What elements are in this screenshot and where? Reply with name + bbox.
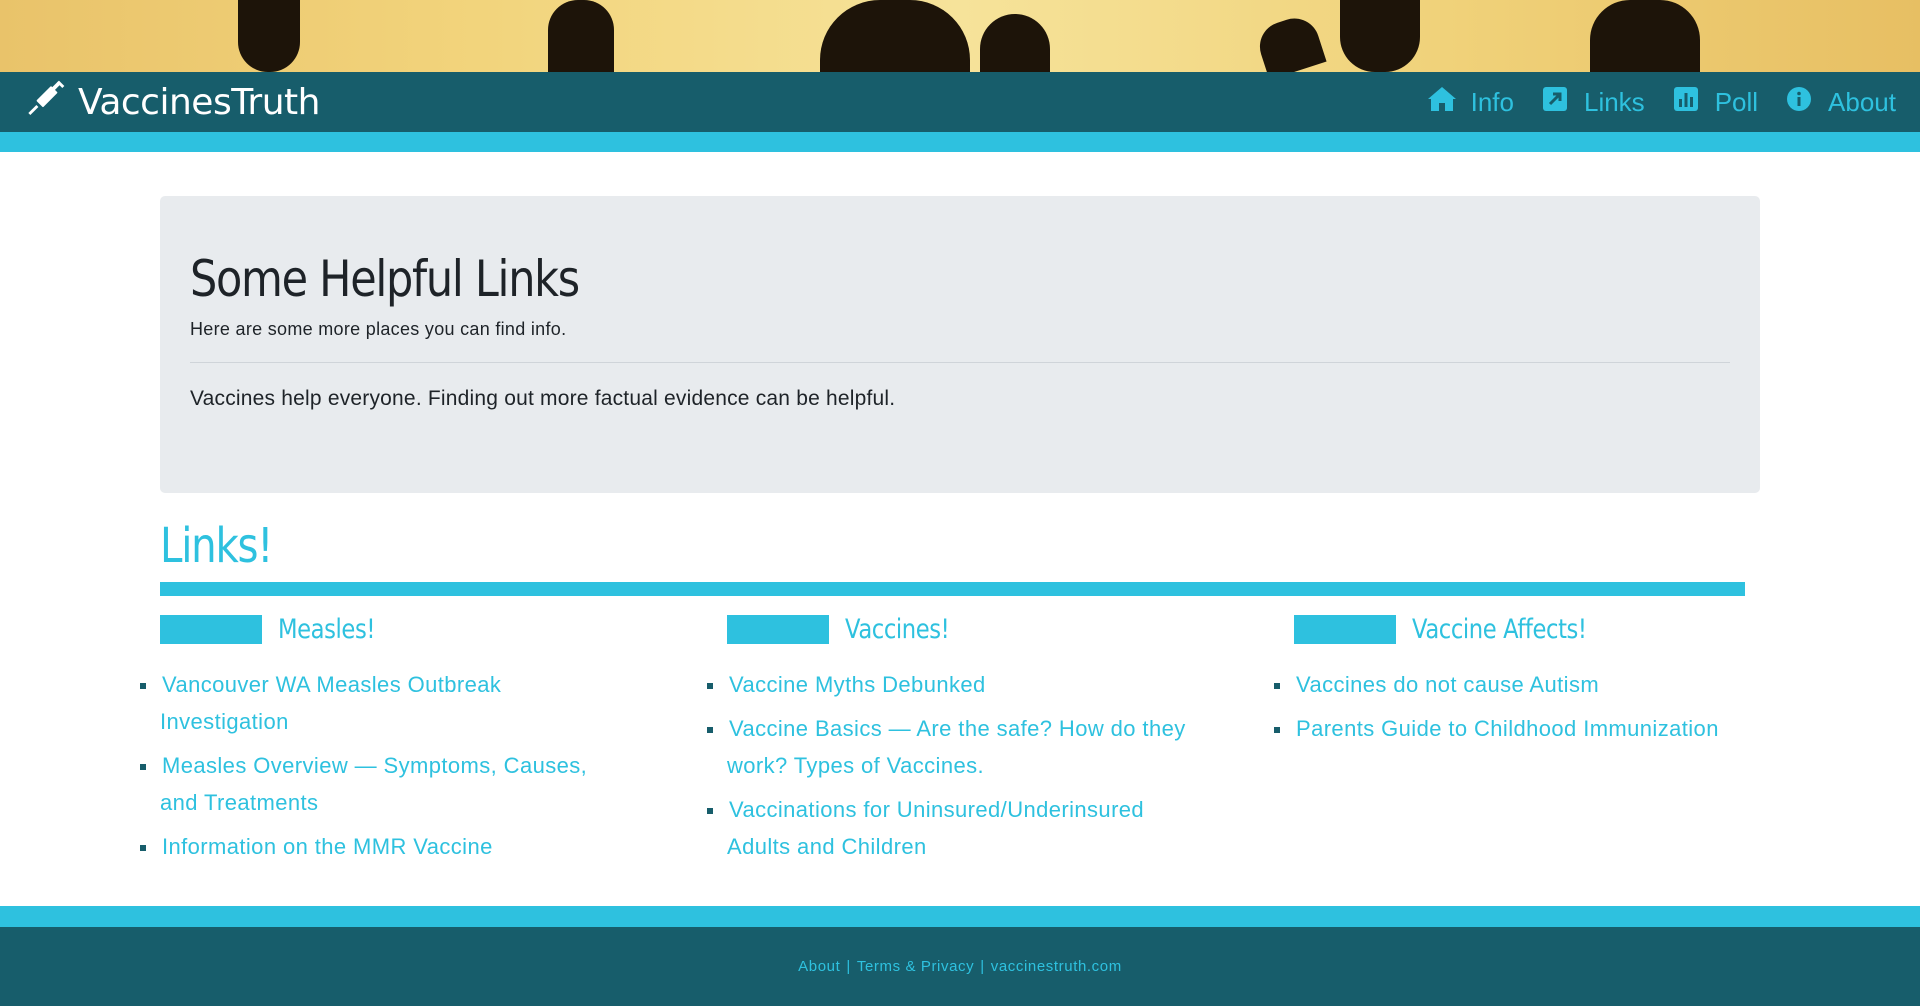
- nav-item-links[interactable]: Links: [1540, 85, 1645, 120]
- nav-item-info[interactable]: Info: [1427, 85, 1514, 120]
- link-text[interactable]: Vaccine Basics — Are the safe? How do th…: [727, 716, 1186, 778]
- link-item[interactable]: Vaccines do not cause Autism: [1274, 666, 1764, 703]
- link-text[interactable]: Vancouver WA Measles Outbreak Investigat…: [160, 672, 501, 734]
- link-text[interactable]: Vaccine Myths Debunked: [727, 672, 986, 697]
- link-list: Vaccines do not cause Autism Parents Gui…: [1274, 666, 1764, 747]
- nav-item-label: Poll: [1714, 86, 1759, 117]
- links-heading: Links!: [160, 518, 273, 574]
- column-heading-text: Vaccines!: [845, 613, 950, 645]
- column-heading: Measles!: [160, 613, 630, 645]
- divider: [190, 362, 1730, 363]
- jumbotron: Some Helpful Links Here are some more pl…: [160, 196, 1760, 493]
- link-item[interactable]: Parents Guide to Childhood Immunization: [1274, 710, 1764, 747]
- header-banner-image: [0, 0, 1920, 72]
- link-item[interactable]: Vaccine Myths Debunked: [707, 666, 1197, 703]
- link-text[interactable]: Vaccines do not cause Autism: [1294, 672, 1599, 697]
- footer-about-link[interactable]: About: [798, 958, 840, 975]
- link-item[interactable]: Measles Overview — Symptoms, Causes, and…: [140, 747, 630, 821]
- links-column-vaccines: Vaccines! Vaccine Myths Debunked Vaccine…: [707, 613, 1197, 872]
- nav-item-poll[interactable]: Poll: [1671, 85, 1758, 120]
- link-item[interactable]: Vancouver WA Measles Outbreak Investigat…: [140, 666, 630, 740]
- footer-separator: |: [980, 958, 985, 975]
- footer-terms-link[interactable]: Terms & Privacy: [857, 958, 974, 975]
- footer-site-link[interactable]: vaccinestruth.com: [991, 958, 1122, 975]
- external-link-icon: [1540, 85, 1570, 120]
- link-item[interactable]: Information on the MMR Vaccine: [140, 828, 630, 865]
- home-icon: [1427, 85, 1457, 120]
- heading-accent-bar: [1294, 614, 1396, 644]
- bar-chart-icon: [1671, 85, 1701, 120]
- links-column-measles: Measles! Vancouver WA Measles Outbreak I…: [140, 613, 630, 872]
- link-text[interactable]: Measles Overview — Symptoms, Causes, and…: [160, 753, 587, 815]
- column-heading-text: Measles!: [278, 613, 376, 645]
- link-text[interactable]: Vaccinations for Uninsured/Underinsured …: [727, 797, 1144, 859]
- page-subtitle: Here are some more places you can find i…: [190, 319, 567, 339]
- heading-accent-bar: [160, 614, 262, 644]
- info-icon: [1784, 85, 1814, 120]
- nav-item-label: About: [1828, 86, 1896, 117]
- column-heading: Vaccine Affects!: [1294, 613, 1764, 645]
- link-text[interactable]: Parents Guide to Childhood Immunization: [1294, 716, 1719, 741]
- footer-separator: |: [846, 958, 851, 975]
- navbar-accent-bar: [0, 132, 1920, 152]
- page-title: Some Helpful Links: [190, 250, 580, 308]
- column-heading: Vaccines!: [727, 613, 1197, 645]
- brand[interactable]: VaccinesTruth: [28, 72, 320, 132]
- links-rule: [160, 582, 1745, 596]
- main-nav: Info Links Poll About: [1427, 72, 1896, 132]
- syringe-icon: [28, 79, 66, 126]
- link-item[interactable]: Vaccinations for Uninsured/Underinsured …: [707, 791, 1197, 865]
- navbar: VaccinesTruth Info Links Poll About: [0, 72, 1920, 132]
- column-heading-text: Vaccine Affects!: [1412, 613, 1587, 645]
- nav-item-label: Info: [1470, 86, 1514, 117]
- nav-item-about[interactable]: About: [1784, 85, 1896, 120]
- links-column-vaccine-affects: Vaccine Affects! Vaccines do not cause A…: [1274, 613, 1764, 754]
- heading-accent-bar: [727, 614, 829, 644]
- link-item[interactable]: Vaccine Basics — Are the safe? How do th…: [707, 710, 1197, 784]
- footer: About | Terms & Privacy | vaccinestruth.…: [0, 927, 1920, 1006]
- nav-item-label: Links: [1583, 86, 1645, 117]
- link-list: Vaccine Myths Debunked Vaccine Basics — …: [707, 666, 1197, 865]
- link-text[interactable]: Information on the MMR Vaccine: [160, 834, 493, 859]
- brand-name: VaccinesTruth: [78, 81, 320, 123]
- jumbotron-body: Vaccines help everyone. Finding out more…: [190, 387, 896, 410]
- link-list: Vancouver WA Measles Outbreak Investigat…: [140, 666, 630, 865]
- footer-accent-bar: [0, 906, 1920, 927]
